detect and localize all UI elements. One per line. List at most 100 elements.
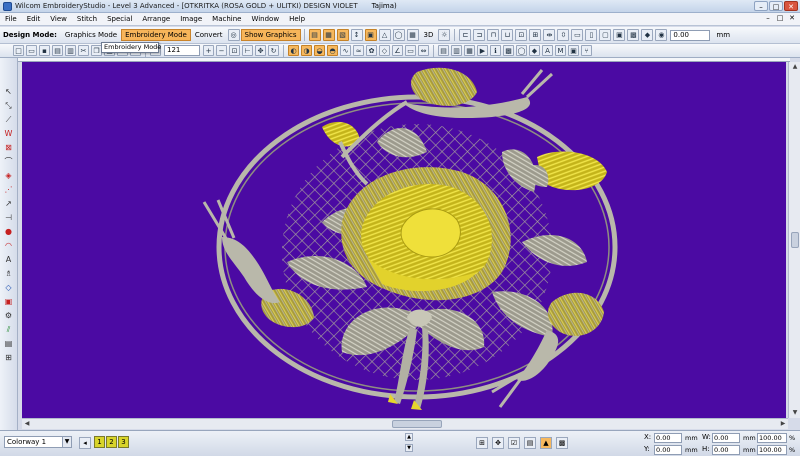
menu-view[interactable]: View bbox=[45, 15, 72, 23]
sculpture-fill-icon[interactable]: ≈ bbox=[353, 45, 364, 56]
complex-fill-icon[interactable]: ◈ bbox=[3, 170, 15, 181]
teardrop-icon[interactable]: ◆ bbox=[529, 45, 540, 56]
thread-chart-icon[interactable]: ▩ bbox=[503, 45, 514, 56]
colorway-nav-icon[interactable]: ◂ bbox=[79, 437, 91, 449]
pull-compensation-icon[interactable]: ⇔ bbox=[418, 45, 429, 56]
manual-stitch-icon[interactable]: ↗ bbox=[3, 198, 15, 209]
circle-icon[interactable]: ● bbox=[3, 226, 15, 237]
cut-icon[interactable]: ✂ bbox=[78, 45, 89, 56]
trapunto-icon[interactable]: ◇ bbox=[379, 45, 390, 56]
contour-fill-icon[interactable]: ∿ bbox=[340, 45, 351, 56]
photo-flash-icon[interactable]: ▤ bbox=[3, 338, 15, 349]
zoom-fit-icon[interactable]: ⊡ bbox=[229, 45, 240, 56]
pan-icon[interactable]: ✥ bbox=[255, 45, 266, 56]
save-icon[interactable]: ▪ bbox=[39, 45, 50, 56]
design-canvas[interactable] bbox=[22, 62, 786, 418]
stitch-player-icon[interactable]: ▶ bbox=[477, 45, 488, 56]
chevron-down-icon[interactable]: ▼ bbox=[62, 437, 71, 447]
menu-image[interactable]: Image bbox=[175, 15, 207, 23]
satin-stitch-icon[interactable]: ◐ bbox=[288, 45, 299, 56]
move-icon[interactable]: ✥ bbox=[492, 437, 504, 449]
run-stitch-icon[interactable]: ⋰ bbox=[3, 184, 15, 195]
colorway-select[interactable]: Colorway 1 ▼ bbox=[4, 436, 72, 448]
new-file-icon[interactable]: □ bbox=[13, 45, 24, 56]
people-icon[interactable]: ♗ bbox=[3, 268, 15, 279]
menu-stitch[interactable]: Stitch bbox=[72, 15, 102, 23]
split-icon[interactable]: ⊞ bbox=[3, 352, 15, 363]
ungroup-icon[interactable]: ▣ bbox=[613, 29, 626, 41]
horizontal-scroll-thumb[interactable] bbox=[392, 420, 442, 428]
vertical-scroll-thumb[interactable] bbox=[791, 232, 799, 248]
align-bottom-icon[interactable]: ⊞ bbox=[529, 29, 542, 41]
distribute-v-icon[interactable]: ⇳ bbox=[557, 29, 570, 41]
convert-button[interactable]: Convert bbox=[191, 29, 227, 41]
stitch-color-icon[interactable]: ◉ bbox=[655, 29, 668, 41]
show-hoop-icon[interactable]: ◯ bbox=[392, 29, 405, 41]
three-d-button[interactable]: 3D bbox=[420, 29, 438, 41]
align-right-icon[interactable]: ⊓ bbox=[487, 29, 500, 41]
group-icon[interactable]: ▢ bbox=[599, 29, 612, 41]
align-top-icon[interactable]: ⊔ bbox=[501, 29, 514, 41]
color-swatch-1[interactable]: 1 bbox=[94, 436, 105, 448]
doc-close-button[interactable]: ✕ bbox=[787, 14, 797, 22]
branching-icon[interactable]: ⑂ bbox=[581, 45, 592, 56]
underlay-icon[interactable]: ▭ bbox=[405, 45, 416, 56]
select-object-icon[interactable]: ⊞ bbox=[476, 437, 488, 449]
doc-minimize-button[interactable]: – bbox=[763, 14, 773, 22]
hatch-icon[interactable]: ⫽ bbox=[3, 324, 15, 335]
offset-input[interactable]: 0.00 bbox=[670, 29, 711, 41]
align-middle-icon[interactable]: ⊡ bbox=[515, 29, 528, 41]
scroll-right-icon[interactable]: ▶ bbox=[778, 419, 788, 429]
w-percent-input[interactable]: 100.00 bbox=[757, 433, 787, 443]
show-stitches-icon[interactable]: ▤ bbox=[308, 29, 321, 41]
column-b-icon[interactable]: ⌒ bbox=[3, 156, 15, 167]
w-input[interactable]: 0.00 bbox=[712, 433, 740, 443]
print-icon[interactable]: ▤ bbox=[52, 45, 63, 56]
check-icon[interactable]: ☑ bbox=[508, 437, 520, 449]
menu-arrange[interactable]: Arrange bbox=[137, 15, 175, 23]
scroll-left-icon[interactable]: ◀ bbox=[22, 419, 32, 429]
menu-help[interactable]: Help bbox=[284, 15, 310, 23]
measure-icon[interactable]: ⊢ bbox=[242, 45, 253, 56]
zoom-out-icon[interactable]: − bbox=[216, 45, 227, 56]
arc-icon[interactable]: ◠ bbox=[3, 240, 15, 251]
design-info-icon[interactable]: ℹ bbox=[490, 45, 501, 56]
embroidery-mode-tooltip[interactable]: Embroidery Mode bbox=[101, 42, 161, 53]
zoom-input[interactable]: 121 bbox=[164, 45, 200, 56]
hoop-icon[interactable]: ◯ bbox=[516, 45, 527, 56]
zoom-in-icon[interactable]: + bbox=[203, 45, 214, 56]
show-bitmap-icon[interactable]: ▣ bbox=[364, 29, 377, 41]
scroll-up-icon[interactable]: ▲ bbox=[790, 62, 800, 72]
scroll-down-icon[interactable]: ▼ bbox=[790, 408, 800, 418]
lock-status-icon[interactable]: ▩ bbox=[556, 437, 568, 449]
input-c-icon[interactable]: ⊣ bbox=[3, 212, 15, 223]
refresh-icon[interactable]: ↻ bbox=[268, 45, 279, 56]
appliqué-tool-icon[interactable]: ▣ bbox=[3, 296, 15, 307]
column-a-icon[interactable]: ⊠ bbox=[3, 142, 15, 153]
badge-icon[interactable]: ⚙ bbox=[3, 310, 15, 321]
select-arrow-icon[interactable]: ↖ bbox=[3, 86, 15, 97]
lettering-wm-icon[interactable]: W bbox=[3, 128, 15, 139]
motif-fill-icon[interactable]: ✿ bbox=[366, 45, 377, 56]
collapse-up-icon[interactable]: ▲ bbox=[405, 433, 413, 441]
lettering-a-icon[interactable]: A bbox=[3, 254, 15, 265]
make-same-height-icon[interactable]: ▯ bbox=[585, 29, 598, 41]
menu-special[interactable]: Special bbox=[102, 15, 137, 23]
fancy-fill-icon[interactable]: ◓ bbox=[327, 45, 338, 56]
menu-window[interactable]: Window bbox=[246, 15, 284, 23]
show-connectors-icon[interactable]: ▧ bbox=[336, 29, 349, 41]
make-same-width-icon[interactable]: ▭ bbox=[571, 29, 584, 41]
stitch-angle-icon[interactable]: ∠ bbox=[392, 45, 403, 56]
vertical-scrollbar[interactable]: ▲ ▼ bbox=[788, 62, 800, 418]
horizontal-scrollbar[interactable]: ◀ ▶ bbox=[22, 418, 788, 429]
color-fill-icon[interactable]: ◆ bbox=[641, 29, 654, 41]
open-file-icon[interactable]: ▭ bbox=[26, 45, 37, 56]
show-functions-icon[interactable]: ↕ bbox=[350, 29, 363, 41]
show-graphics-button[interactable]: Show Graphics bbox=[240, 29, 301, 41]
object-properties-icon[interactable]: ▦ bbox=[464, 45, 475, 56]
globe-icon[interactable]: ◎ bbox=[227, 29, 240, 41]
print-preview-icon[interactable]: ▥ bbox=[65, 45, 76, 56]
color-swatch-3[interactable]: 3 bbox=[118, 436, 129, 448]
color-swatch-2[interactable]: 2 bbox=[106, 436, 117, 448]
sequence-icon[interactable]: ▤ bbox=[438, 45, 449, 56]
